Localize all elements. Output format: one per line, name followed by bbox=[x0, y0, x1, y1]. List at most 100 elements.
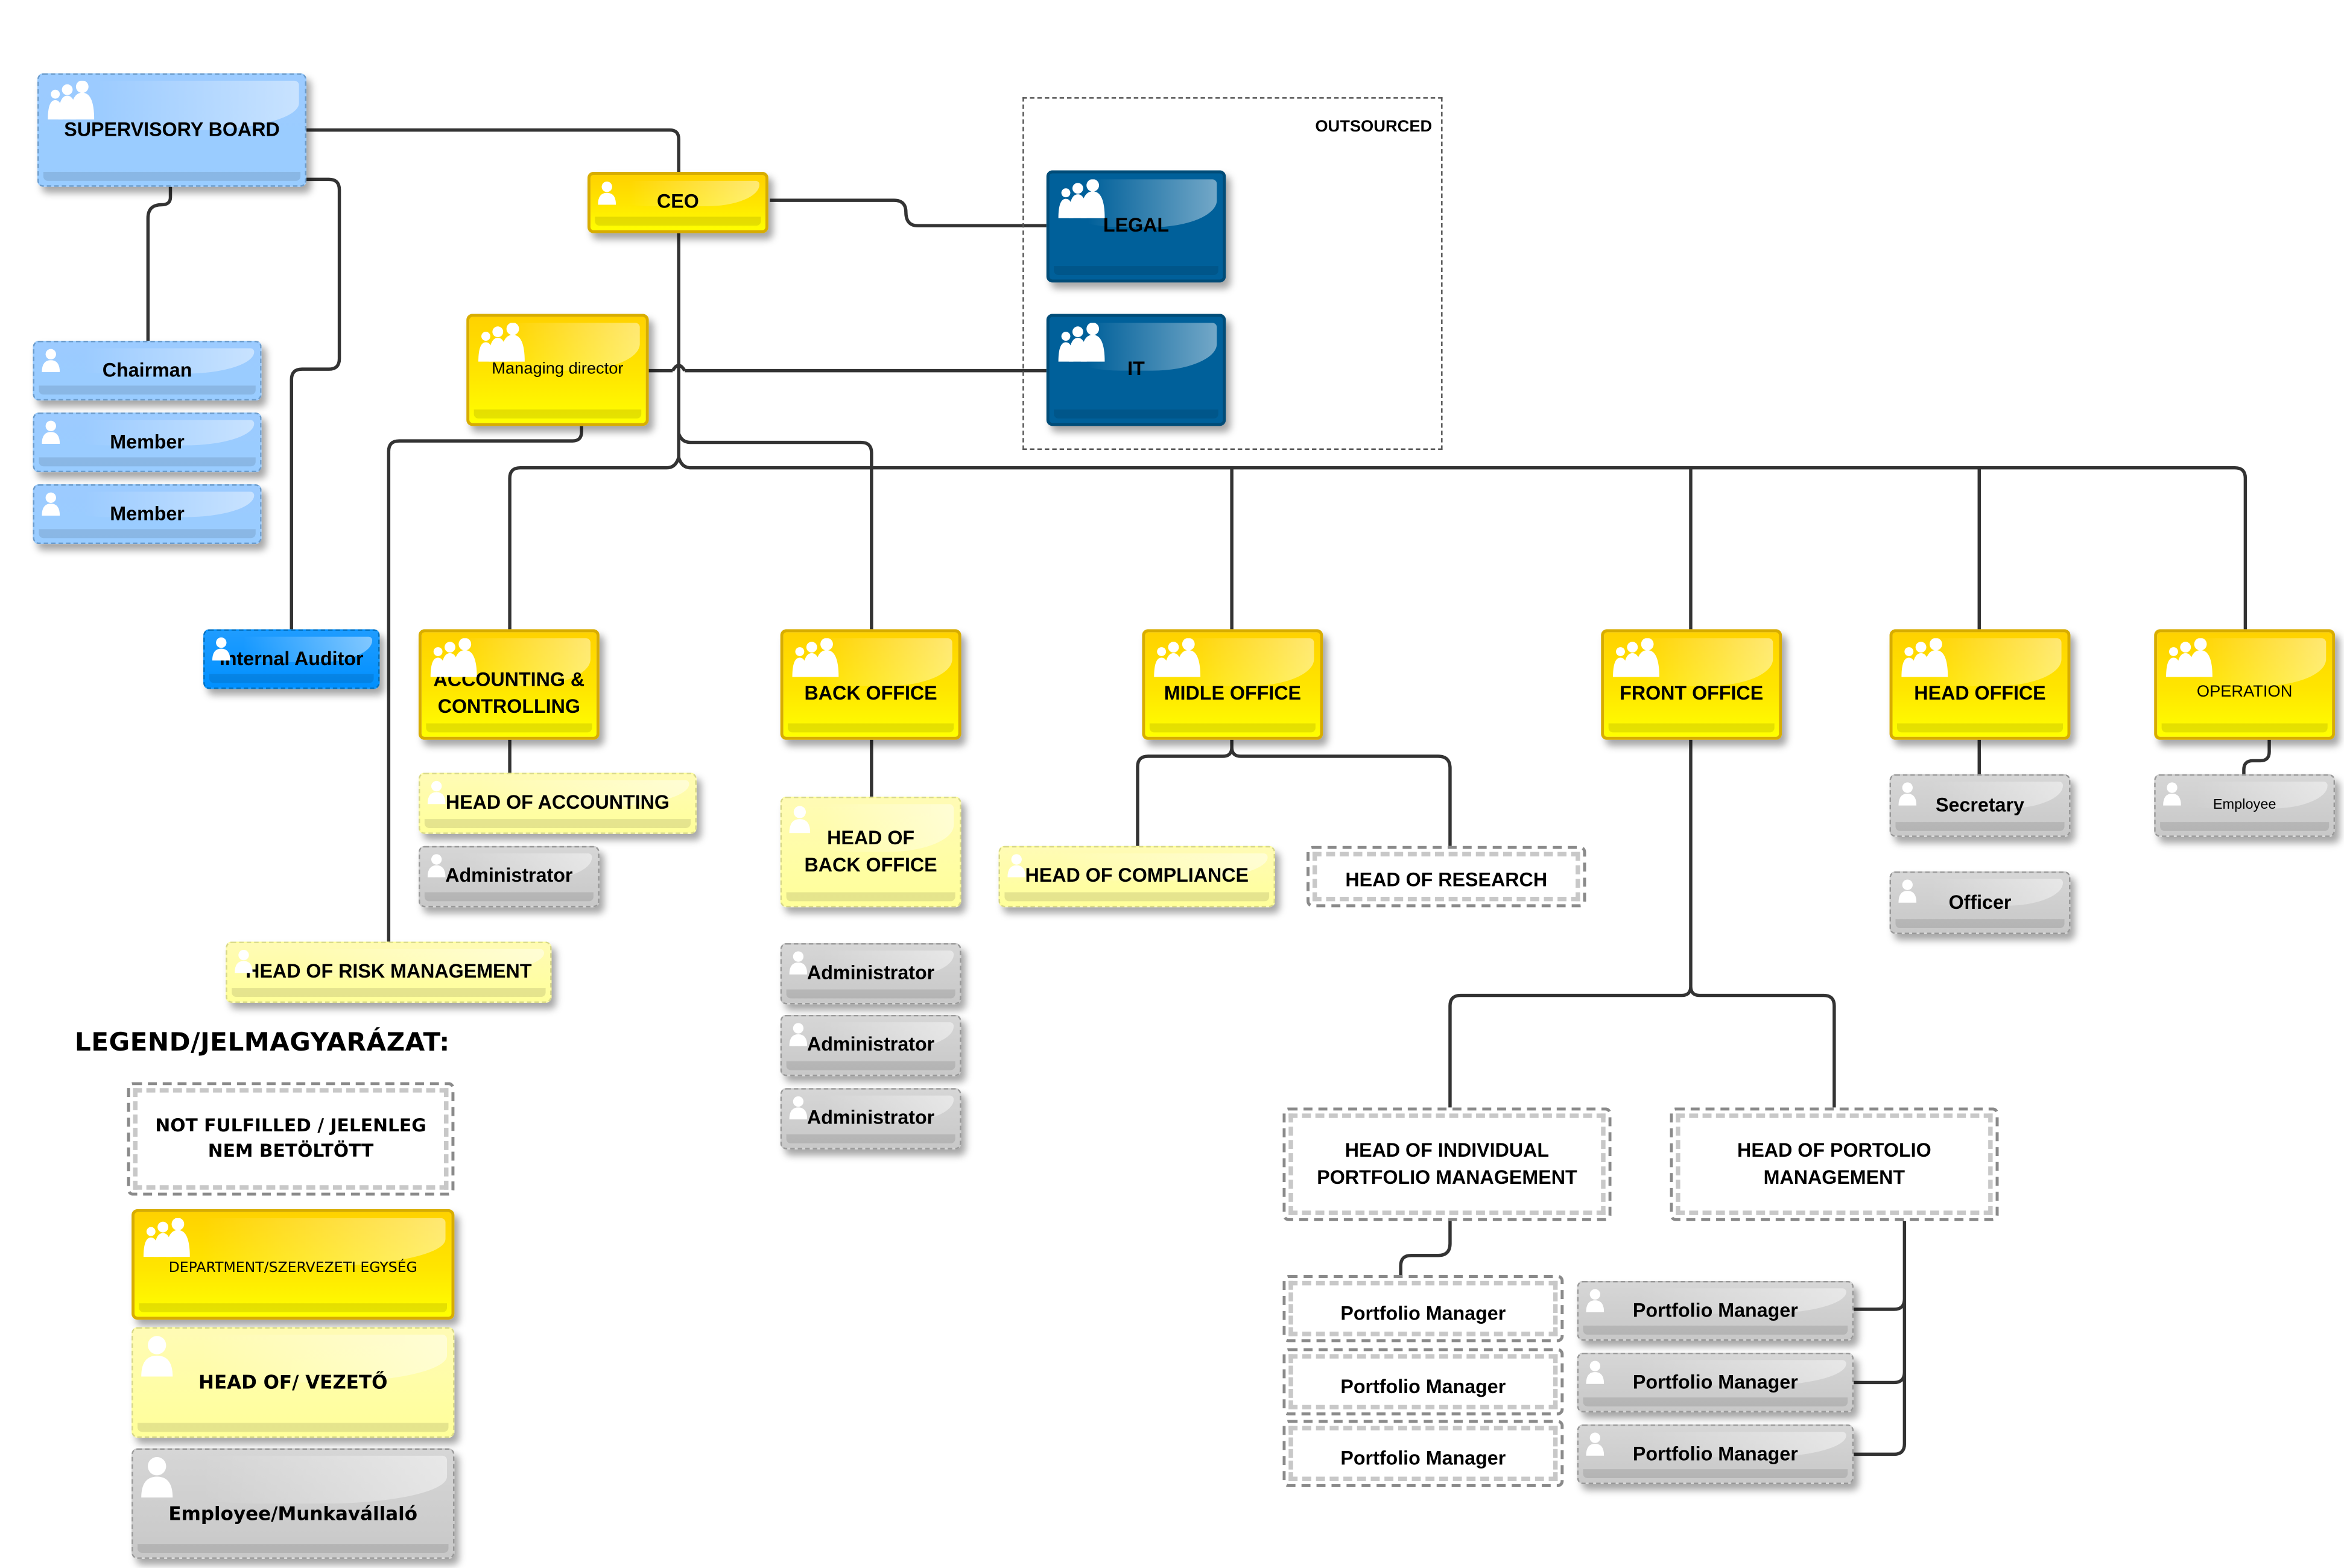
node-head-of-compliance[interactable]: HEAD OF COMPLIANCE bbox=[998, 846, 1275, 908]
node-label: Member bbox=[110, 502, 185, 525]
person-icon bbox=[789, 951, 808, 975]
connector-bus bbox=[508, 455, 2247, 630]
person-icon bbox=[789, 1023, 808, 1046]
node-head-of-back-office[interactable]: HEAD OF BACK OFFICE bbox=[780, 796, 961, 908]
node-member[interactable]: Member bbox=[33, 484, 262, 545]
node-administrator[interactable]: Administrator bbox=[780, 943, 961, 1005]
org-chart-canvas: OUTSOURCED SUPERVISORY BOARD Chairman Me… bbox=[0, 0, 2344, 1568]
legend-label: Employee/Munkavállaló bbox=[168, 1502, 418, 1525]
node-it[interactable]: IT bbox=[1046, 314, 1226, 426]
group-icon bbox=[1058, 323, 1105, 362]
node-managing-director[interactable]: Managing director bbox=[466, 314, 649, 426]
group-icon bbox=[1901, 638, 1948, 677]
legend-title: LEGEND/JELMAGYARÁZAT: bbox=[74, 1028, 450, 1058]
person-icon bbox=[789, 806, 811, 833]
node-label: Portfolio Manager bbox=[1340, 1302, 1506, 1325]
node-internal-auditor[interactable]: Internal Auditor bbox=[203, 629, 380, 689]
node-label: Employee bbox=[2213, 797, 2276, 814]
person-icon bbox=[212, 637, 230, 661]
node-label: Secretary bbox=[1936, 793, 2024, 816]
node-portfolio-manager[interactable]: Portfolio Manager bbox=[1577, 1424, 1854, 1484]
node-ceo[interactable]: CEO bbox=[587, 172, 768, 233]
node-head-of-accounting[interactable]: HEAD OF ACCOUNTING bbox=[418, 773, 697, 834]
connector-op-emp bbox=[2242, 739, 2271, 774]
person-icon bbox=[2163, 782, 2181, 806]
node-label: Administrator bbox=[806, 1106, 935, 1130]
node-officer[interactable]: Officer bbox=[1889, 871, 2071, 934]
group-icon bbox=[48, 80, 95, 120]
node-administrator[interactable]: Administrator bbox=[780, 1088, 961, 1149]
person-icon bbox=[141, 1457, 173, 1498]
node-label: Portfolio Manager bbox=[1632, 1370, 1798, 1393]
group-icon bbox=[430, 638, 477, 677]
connector-ipm bbox=[1399, 1221, 1452, 1278]
node-label: Portfolio Manager bbox=[1340, 1376, 1506, 1399]
node-secretary[interactable]: Secretary bbox=[1889, 774, 2071, 837]
group-icon bbox=[792, 638, 839, 677]
person-icon bbox=[1586, 1361, 1604, 1384]
node-front-office[interactable]: FRONT OFFICE bbox=[1601, 629, 1782, 740]
node-label: HEAD OF BACK OFFICE bbox=[804, 826, 937, 876]
node-head-of-individual-portfolio-management[interactable]: HEAD OF INDIVIDUAL PORTFOLIO MANAGEMENT bbox=[1282, 1107, 1612, 1221]
node-label: Portfolio Manager bbox=[1632, 1298, 1798, 1321]
node-head-of-research[interactable]: HEAD OF RESEARCH bbox=[1307, 846, 1586, 908]
node-label: Administrator bbox=[806, 1033, 935, 1056]
node-label: Portfolio Manager bbox=[1340, 1447, 1506, 1470]
node-label: Administrator bbox=[445, 864, 573, 887]
node-portfolio-manager-vacant[interactable]: Portfolio Manager bbox=[1282, 1348, 1564, 1415]
connector-ceo-backoffice bbox=[677, 432, 873, 630]
node-label: IT bbox=[1127, 358, 1145, 381]
node-head-of-risk-management[interactable]: HEAD OF RISK MANAGEMENT bbox=[226, 941, 552, 1003]
node-label: HEAD OF RESEARCH bbox=[1345, 868, 1548, 892]
node-label: Administrator bbox=[806, 961, 935, 984]
node-label: HEAD OF PORTOLIO MANAGEMENT bbox=[1737, 1139, 1931, 1189]
node-label: Officer bbox=[1948, 890, 2012, 914]
node-head-of-portfolio-management[interactable]: HEAD OF PORTOLIO MANAGEMENT bbox=[1670, 1107, 1999, 1221]
person-icon bbox=[789, 1096, 808, 1120]
connector-board-auditor bbox=[290, 177, 341, 630]
legend-label: NOT FULFILLED / JELENLEG NEM BETÖLTÖTT bbox=[155, 1115, 426, 1162]
node-member[interactable]: Member bbox=[33, 413, 262, 473]
node-administrator[interactable]: Administrator bbox=[418, 846, 600, 908]
connector-front-children bbox=[1448, 739, 1836, 1108]
person-icon bbox=[1586, 1289, 1604, 1312]
node-back-office[interactable]: BACK OFFICE bbox=[780, 629, 961, 740]
person-icon bbox=[1586, 1432, 1604, 1456]
node-operation[interactable]: OPERATION bbox=[2154, 629, 2336, 740]
node-midle-office[interactable]: MIDLE OFFICE bbox=[1142, 629, 1323, 740]
node-chairman[interactable]: Chairman bbox=[33, 341, 262, 401]
person-icon bbox=[1898, 879, 1917, 903]
node-portfolio-manager-vacant[interactable]: Portfolio Manager bbox=[1282, 1274, 1564, 1342]
person-icon bbox=[42, 349, 60, 373]
group-icon bbox=[1154, 638, 1201, 677]
person-icon bbox=[42, 420, 60, 444]
legend-label: HEAD OF/ VEZETŐ bbox=[198, 1371, 388, 1394]
node-label: SUPERVISORY BOARD bbox=[64, 118, 280, 141]
node-accounting-controlling[interactable]: ACCOUNTING & CONTROLLING bbox=[418, 629, 600, 740]
node-portfolio-manager[interactable]: Portfolio Manager bbox=[1577, 1352, 1854, 1412]
group-icon bbox=[1613, 638, 1659, 677]
node-label: CEO bbox=[656, 190, 699, 213]
legend-item-not-fulfilled: NOT FULFILLED / JELENLEG NEM BETÖLTÖTT bbox=[127, 1082, 455, 1196]
connector-ceo-legal bbox=[770, 198, 1047, 227]
node-legal[interactable]: LEGAL bbox=[1046, 170, 1226, 283]
person-icon bbox=[141, 1336, 173, 1377]
node-portfolio-manager-vacant[interactable]: Portfolio Manager bbox=[1282, 1420, 1564, 1487]
node-label: Member bbox=[110, 430, 185, 453]
node-label: Internal Auditor bbox=[219, 646, 364, 670]
person-icon bbox=[427, 854, 446, 877]
node-label: Portfolio Manager bbox=[1632, 1442, 1798, 1465]
node-head-office[interactable]: HEAD OFFICE bbox=[1889, 629, 2071, 740]
person-icon bbox=[235, 949, 253, 973]
group-icon bbox=[143, 1218, 190, 1257]
node-supervisory-board[interactable]: SUPERVISORY BOARD bbox=[37, 73, 307, 187]
node-label: HEAD OF RISK MANAGEMENT bbox=[245, 960, 532, 983]
node-employee[interactable]: Employee bbox=[2154, 774, 2336, 837]
legend-label: DEPARTMENT/SZERVEZETI EGYSÉG bbox=[168, 1260, 417, 1277]
person-icon bbox=[42, 492, 60, 516]
connector-board-ceo bbox=[306, 128, 680, 172]
node-portfolio-manager[interactable]: Portfolio Manager bbox=[1577, 1280, 1854, 1341]
group-icon bbox=[2166, 638, 2213, 677]
node-administrator[interactable]: Administrator bbox=[780, 1014, 961, 1076]
node-label: HEAD OF COMPLIANCE bbox=[1025, 864, 1249, 887]
